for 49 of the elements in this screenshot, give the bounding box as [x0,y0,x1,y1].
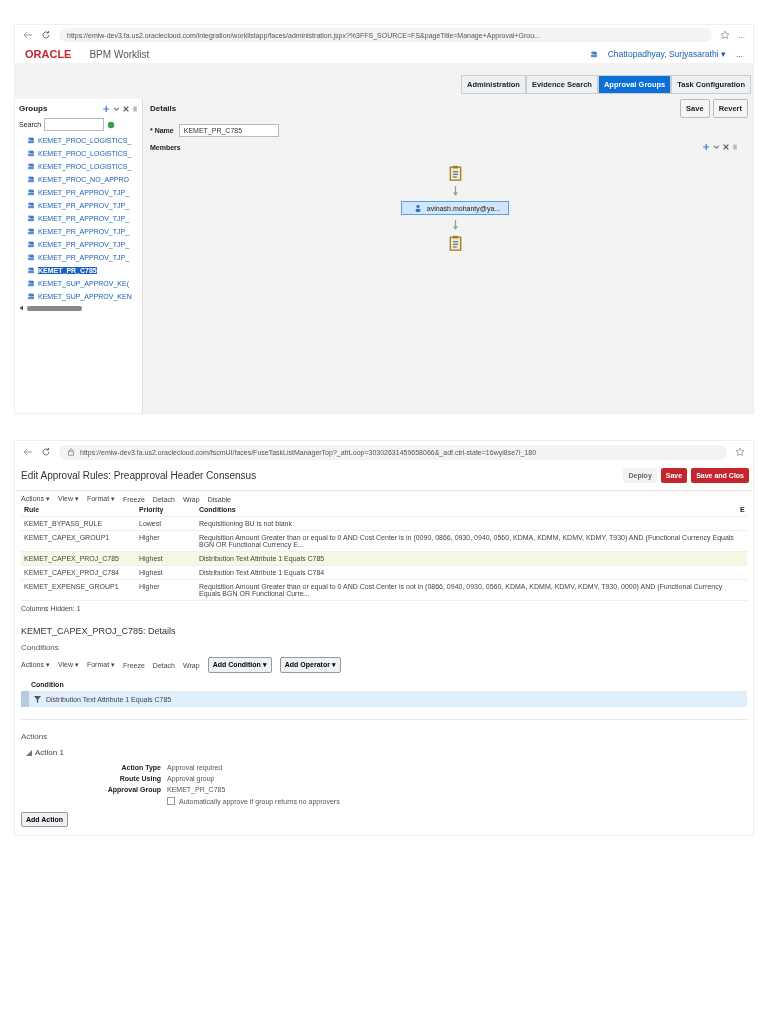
section-title: Conditions [21,643,60,652]
group-icon [27,214,35,222]
arrow-down-icon [452,186,458,196]
back-icon[interactable] [23,30,33,40]
more-menu[interactable]: ... [735,49,743,59]
group-icon [27,292,35,300]
favorite-icon[interactable] [735,447,745,457]
page-title: Edit Approval Rules: Preapproval Header Consensus [21,470,257,481]
group-icon [27,266,35,274]
group-icon [27,175,35,183]
group-icon [589,50,598,58]
table-cell [737,552,747,566]
search-field[interactable] [44,118,105,131]
row-marker [21,691,29,707]
app-title: BPM Worklist [89,48,150,60]
favorite-icon[interactable] [720,30,731,40]
oracle-logo: ORACLE [25,48,72,60]
start-icon [448,165,462,181]
section-title: Details [150,104,177,113]
group-icon [27,188,35,196]
user-menu[interactable]: Chattopadhyay, Surjyasarathi ▾ [607,49,726,59]
group-icon [27,149,35,157]
scroll-left-icon[interactable] [19,305,24,311]
section-title: Actions [21,732,49,741]
lock-icon [67,448,75,456]
arrow-down-icon [452,220,458,230]
group-icon [27,201,35,209]
reload-icon[interactable] [41,447,51,457]
search-icon [107,120,116,129]
section-title: KEMET_CAPEX_PROJ_C785: Details [21,626,177,636]
collapse-icon[interactable] [26,749,32,756]
filter-icon [34,695,41,703]
panel-title: Groups [19,104,48,113]
member-tools-icon [702,143,738,151]
action-title: Action 1 [35,748,64,757]
group-icon [27,279,35,287]
back-icon[interactable] [23,447,33,457]
scrollbar[interactable] [27,305,82,311]
group-icon [27,136,35,144]
toolbar-icons-drawing [102,104,138,113]
end-icon [448,235,462,251]
group-icon [27,253,35,261]
group-icon [27,162,35,170]
reload-icon[interactable] [41,30,51,40]
more-menu[interactable]: ... [738,30,745,40]
group-icon [27,227,35,235]
checkbox[interactable] [167,797,175,805]
group-icon [27,240,35,248]
person-icon [413,204,422,212]
